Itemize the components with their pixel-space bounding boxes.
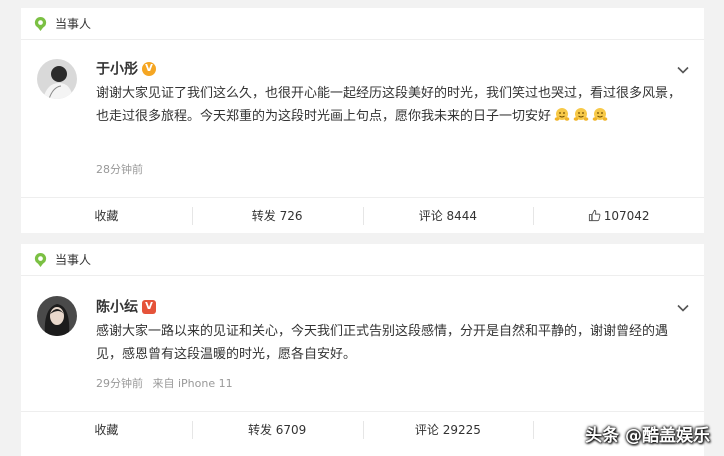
verified-badge-icon: V [142, 61, 156, 76]
comment-button[interactable]: 评论 29225 [362, 412, 534, 448]
verified-badge-icon: V [142, 299, 156, 314]
hug-emoji-icon [573, 108, 589, 121]
like-count: 107042 [603, 209, 650, 223]
user-name-row: 陈小纭 V [96, 296, 156, 316]
post-body: 感谢大家一路以来的见证和关心，今天我们正式告别这段感情，分开是自然和平静的，谢谢… [96, 324, 669, 362]
collect-button[interactable]: 收藏 [21, 412, 192, 448]
post-source: 来自 iPhone 11 [152, 377, 233, 390]
user-name-row: 于小彤 V [96, 58, 156, 78]
comment-button[interactable]: 评论 8444 [362, 198, 534, 234]
action-bar: 收藏 转发 726 评论 8444 107042 [21, 197, 704, 234]
card-header: 当事人 [21, 8, 704, 40]
hug-emoji-icon [592, 108, 608, 121]
post-meta: 29分钟前 来自 iPhone 11 [96, 375, 233, 391]
card-header: 当事人 [21, 244, 704, 276]
repost-button[interactable]: 转发 726 [191, 198, 363, 234]
collect-label: 收藏 [94, 209, 119, 223]
repost-label: 转发 6709 [247, 423, 307, 437]
thumbs-up-icon [588, 209, 601, 222]
weibo-post-card: 当事人 于小彤 V 谢谢大家见证了我们这么久，也很开心能一起经历这段美好的时光，我… [21, 8, 704, 233]
chevron-down-icon[interactable] [676, 301, 690, 315]
collect-label: 收藏 [94, 423, 119, 437]
post-text: 感谢大家一路以来的见证和关心，今天我们正式告别这段感情，分开是自然和平静的，谢谢… [96, 320, 684, 366]
comment-label: 评论 8444 [418, 209, 478, 223]
collect-button[interactable]: 收藏 [21, 198, 192, 234]
post-text: 谢谢大家见证了我们这么久，也很开心能一起经历这段美好的时光，我们笑过也哭过，看过… [96, 82, 684, 128]
user-name[interactable]: 陈小纭 [96, 300, 138, 316]
post-time[interactable]: 28分钟前 [96, 163, 143, 176]
post-meta: 28分钟前 [96, 161, 143, 177]
avatar[interactable] [37, 59, 77, 99]
post-time[interactable]: 29分钟前 [96, 377, 143, 390]
chevron-down-icon[interactable] [676, 63, 690, 77]
repost-label: 转发 726 [251, 209, 303, 223]
location-tag-icon [34, 252, 47, 267]
location-tag-icon [34, 16, 47, 31]
comment-label: 评论 29225 [414, 423, 481, 437]
avatar[interactable] [37, 296, 77, 336]
hug-emoji-icon [554, 108, 570, 121]
user-name[interactable]: 于小彤 [96, 62, 138, 78]
watermark: 头条 @酷盖娱乐 [585, 426, 710, 446]
topic-tag[interactable]: 当事人 [55, 251, 91, 268]
like-button[interactable]: 107042 [533, 198, 704, 234]
topic-tag[interactable]: 当事人 [55, 15, 91, 32]
repost-button[interactable]: 转发 6709 [191, 412, 363, 448]
